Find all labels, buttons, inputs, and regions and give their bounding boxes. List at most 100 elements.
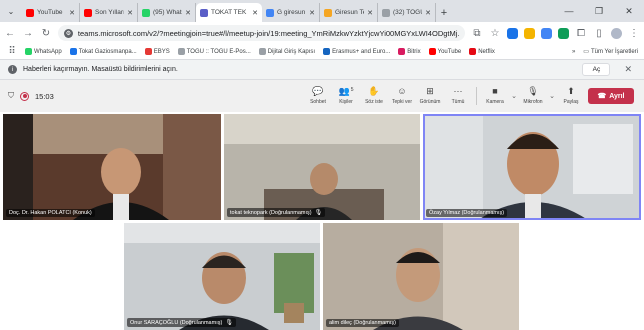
meeting-toolbar: ⛉ 15:03 💬 Sohbet 👥 5 Kişiler ✋ Söz iste ☺ Tepki … [0, 80, 644, 112]
tab-favicon-icon [266, 8, 274, 17]
shield-icon[interactable]: ⛉ [8, 91, 14, 101]
participant-tile[interactable]: alim dileç (Doğrulanmamış) [323, 223, 519, 330]
people-icon: 👥 [338, 86, 350, 96]
toolbar-label: Sohbet [310, 99, 326, 105]
notification-text: Haberleri kaçırmayın. Masaüstü bildiriml… [23, 66, 178, 73]
tab-close-icon[interactable]: ✕ [69, 9, 75, 17]
bookmark-item[interactable]: TOGU :: TOGU E-Pos... [177, 48, 251, 55]
close-window-icon[interactable]: ✕ [614, 0, 644, 22]
enable-notifications-button[interactable]: Aç [582, 63, 611, 76]
maximize-icon[interactable]: ❐ [584, 0, 614, 22]
forward-icon[interactable]: → [22, 28, 34, 39]
address-bar-row: ← → ↻ ⚙ teams.microsoft.com/v2/?meetingj… [0, 22, 644, 44]
extension-icon[interactable] [507, 27, 518, 39]
mic-button[interactable]: 🎙 Mikrofon [519, 80, 547, 112]
docs-extension-icon[interactable] [541, 27, 552, 39]
browser-tab[interactable]: YouTube ✕ [22, 3, 80, 22]
share-button[interactable]: ⬆ Paylaş [557, 80, 585, 112]
tab-favicon-icon [324, 8, 332, 17]
participant-video [423, 114, 641, 220]
device-options-chevron-icon[interactable]: ⌄ [509, 92, 519, 100]
bookmark-item[interactable]: Dijital Giriş Kapısı [258, 48, 315, 55]
install-app-icon[interactable]: ⧉ [471, 28, 483, 39]
bookmark-favicon-icon [398, 48, 406, 55]
tab-search-icon[interactable]: ⌄ [0, 0, 22, 22]
apps-grid-icon[interactable]: ⠿ [6, 46, 18, 57]
tab-label: Son Yılların En [95, 9, 124, 16]
raise-hand-button[interactable]: ✋ Söz iste [360, 80, 388, 112]
tab-close-icon[interactable]: ✕ [309, 9, 315, 17]
leave-button[interactable]: ☎ Ayrıl [588, 88, 634, 104]
tab-close-icon[interactable]: ✕ [252, 9, 258, 17]
participant-name-label: Doç. Dr. Hakan POLATCI (Konuk) [6, 209, 95, 217]
bookmark-star-icon[interactable]: ☆ [489, 28, 501, 39]
tab-close-icon[interactable]: ✕ [367, 9, 373, 17]
extensions-puzzle-icon[interactable]: ⧠ [575, 28, 587, 39]
view-icon: ⊞ [426, 86, 434, 96]
profile-avatar[interactable] [611, 27, 622, 39]
participant-tile-active-speaker[interactable]: Özay Yılmaz (Doğrulanmamış) [423, 114, 641, 220]
bookmark-item[interactable]: YouTube [428, 48, 461, 55]
browser-tab[interactable]: (32) TOGU ✕ [378, 3, 436, 22]
browser-tab[interactable]: (95) WhatsApp✕ [138, 3, 196, 22]
chat-button[interactable]: 💬 Sohbet [304, 80, 332, 112]
browser-tab[interactable]: Giresun Tekno✕ [320, 3, 378, 22]
browser-tab[interactable]: TOKAT TEK ✕ [196, 3, 262, 22]
toolbar-label: Mikrofon [523, 99, 543, 105]
bookmarks-more-icon[interactable]: » [572, 49, 575, 55]
url-input[interactable]: ⚙ teams.microsoft.com/v2/?meetingjoin=tr… [58, 25, 465, 41]
people-button[interactable]: 👥 5 Kişiler [332, 80, 360, 112]
bookmark-item[interactable]: Erasmus+ and Euro... [323, 48, 390, 55]
tab-close-icon[interactable]: ✕ [185, 9, 191, 17]
mic-icon: 🎙 [527, 86, 539, 96]
participant-tile[interactable]: tokat teknopark (Doğrulanmamış) 🎙 [224, 114, 420, 220]
tab-label: (95) WhatsApp [153, 9, 182, 16]
drive-extension-icon[interactable] [524, 27, 535, 39]
toolbar-divider [476, 87, 477, 105]
tab-favicon-icon [382, 8, 390, 17]
bookmark-item[interactable]: Netflix [469, 48, 495, 55]
browser-tab[interactable]: G giresun teknop✕ [262, 3, 320, 22]
tab-favicon-icon [142, 8, 150, 17]
participant-name-label: Özay Yılmaz (Doğrulanmamış) [426, 209, 508, 217]
tab-close-icon[interactable]: ✕ [127, 9, 133, 17]
window-controls: — ❐ ✕ [554, 0, 644, 22]
side-panel-icon[interactable]: ▯ [593, 28, 605, 39]
bookmark-item[interactable]: Bitrix [398, 48, 421, 55]
mic-muted-icon: 🎙 [225, 320, 233, 326]
browser-menu-icon[interactable]: ⋮ [628, 28, 640, 39]
tab-label: G giresun teknop [277, 9, 306, 16]
react-button[interactable]: ☺ Tepki ver [388, 80, 416, 112]
camera-button[interactable]: ■ Kamera [481, 80, 509, 112]
close-banner-icon[interactable]: ✕ [624, 64, 632, 75]
bookmark-label: EBYS [153, 48, 170, 55]
bookmark-item[interactable]: EBYS [144, 48, 170, 55]
meeting-timer: 15:03 [35, 91, 54, 101]
new-tab-button[interactable]: + [436, 3, 452, 22]
site-info-icon[interactable]: ⚙ [64, 28, 73, 38]
tab-label: TOKAT TEK [211, 9, 247, 16]
participant-video [3, 114, 221, 220]
more-button[interactable]: ··· Tümü [444, 80, 472, 112]
recording-icon [20, 91, 29, 101]
minimize-icon[interactable]: — [554, 0, 584, 22]
bookmark-item[interactable]: WhatsApp [25, 48, 62, 55]
view-button[interactable]: ⊞ Görünüm [416, 80, 444, 112]
bookmark-favicon-icon [258, 48, 266, 55]
participant-tile[interactable]: Onur SARAÇOĞLU (Doğrulanmamış) 🎙 [124, 223, 320, 330]
tab-close-icon[interactable]: ✕ [425, 9, 431, 17]
bookmark-favicon-icon [428, 48, 436, 55]
bookmarks-bar: ⠿ WhatsApp Tokat Gaziosmanpa... EBYS TOGU :… [0, 44, 644, 60]
browser-tab-strip: ⌄ YouTube✕Son Yılların En✕(95) WhatsApp✕… [0, 0, 644, 22]
chrome-extension-icon[interactable] [558, 27, 569, 39]
bookmark-label: Netflix [478, 48, 495, 55]
back-icon[interactable]: ← [4, 28, 16, 39]
all-bookmarks-folder[interactable]: ▭ Tüm Yer İşaretleri [583, 48, 638, 56]
url-text: teams.microsoft.com/v2/?meetingjoin=true… [77, 28, 459, 38]
participant-tile[interactable]: Doç. Dr. Hakan POLATCI (Konuk) [3, 114, 221, 220]
bookmark-item[interactable]: Tokat Gaziosmanpa... [69, 48, 137, 55]
device-options-chevron-icon[interactable]: ⌄ [547, 92, 557, 100]
reload-icon[interactable]: ↻ [40, 28, 52, 39]
toolbar-label: Söz iste [365, 99, 383, 105]
browser-tab[interactable]: Son Yılların En✕ [80, 3, 138, 22]
